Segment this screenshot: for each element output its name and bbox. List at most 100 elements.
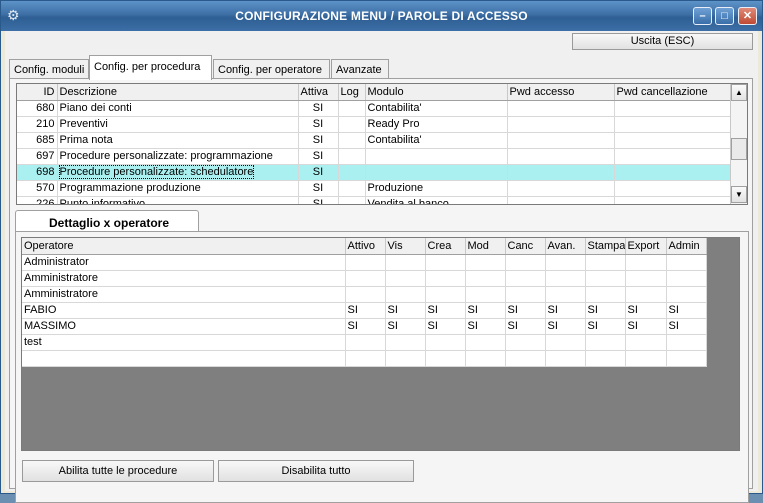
operator-grid[interactable]: Operatore Attivo Vis Crea Mod Canc Avan.… (21, 237, 740, 451)
cell-vis[interactable] (385, 350, 426, 367)
tab-config-moduli[interactable]: Config. moduli (9, 59, 89, 79)
cell-avan[interactable]: SI (545, 302, 586, 319)
cell-canc[interactable] (505, 286, 546, 303)
table-row[interactable]: test (22, 334, 707, 351)
cell-attivo[interactable] (345, 334, 386, 351)
cell-canc[interactable] (505, 254, 546, 271)
cell-stampa[interactable] (585, 334, 626, 351)
table-row[interactable]: Amministratore (22, 286, 707, 303)
cell-id[interactable]: 698 (17, 164, 58, 181)
cell-vis[interactable] (385, 254, 426, 271)
cell-attivo[interactable]: SI (345, 318, 386, 335)
cell-attiva[interactable]: SI (298, 116, 339, 133)
minimize-button[interactable]: – (693, 7, 712, 25)
cell-operatore[interactable] (22, 350, 346, 367)
cell-avan[interactable] (545, 270, 586, 287)
cell-operatore[interactable]: FABIO (22, 302, 346, 319)
cell-pwd-accesso[interactable] (507, 196, 615, 204)
cell-pwd-accesso[interactable] (507, 132, 615, 149)
table-row[interactable]: 697 Procedure personalizzate: programmaz… (17, 148, 732, 165)
cell-descrizione[interactable]: Punto informativo (57, 196, 299, 204)
cell-canc[interactable]: SI (505, 302, 546, 319)
cell-canc[interactable] (505, 334, 546, 351)
cell-stampa[interactable] (585, 270, 626, 287)
cell-export[interactable] (625, 254, 667, 271)
cell-crea[interactable]: SI (425, 318, 466, 335)
cell-pwd-cancellazione[interactable] (614, 196, 732, 204)
cell-operatore[interactable]: test (22, 334, 346, 351)
scroll-down-icon[interactable]: ▼ (731, 186, 747, 203)
cell-modulo[interactable] (365, 164, 508, 181)
cell-log[interactable] (338, 164, 366, 181)
cell-export[interactable] (625, 286, 667, 303)
cell-avan[interactable] (545, 254, 586, 271)
cell-vis[interactable]: SI (385, 318, 426, 335)
cell-mod[interactable] (465, 334, 506, 351)
cell-crea[interactable]: SI (425, 302, 466, 319)
cell-modulo[interactable] (365, 148, 508, 165)
cell-admin[interactable] (666, 254, 707, 271)
cell-export[interactable]: SI (625, 302, 667, 319)
cell-log[interactable] (338, 132, 366, 149)
col-header-log[interactable]: Log (338, 84, 366, 101)
cell-stampa[interactable] (585, 254, 626, 271)
cell-attivo[interactable] (345, 350, 386, 367)
cell-mod[interactable]: SI (465, 302, 506, 319)
cell-id[interactable]: 697 (17, 148, 58, 165)
table-row[interactable]: 680 Piano dei conti SI Contabilita' (17, 100, 732, 117)
cell-log[interactable] (338, 116, 366, 133)
cell-id[interactable]: 570 (17, 180, 58, 197)
scroll-thumb[interactable] (731, 138, 747, 160)
cell-canc[interactable]: SI (505, 318, 546, 335)
cell-attivo[interactable] (345, 270, 386, 287)
cell-vis[interactable] (385, 270, 426, 287)
cell-admin[interactable]: SI (666, 302, 707, 319)
cell-admin[interactable] (666, 286, 707, 303)
cell-descrizione[interactable]: Piano dei conti (57, 100, 299, 117)
cell-attiva[interactable]: SI (298, 132, 339, 149)
cell-descrizione[interactable]: Procedure personalizzate: schedulatore (57, 164, 299, 181)
tab-config-per-procedura[interactable]: Config. per procedura (89, 55, 212, 80)
cell-crea[interactable] (425, 350, 466, 367)
cell-crea[interactable] (425, 334, 466, 351)
cell-pwd-cancellazione[interactable] (614, 148, 732, 165)
col-header-pwd-accesso[interactable]: Pwd accesso (507, 84, 615, 101)
cell-export[interactable] (625, 334, 667, 351)
cell-attivo[interactable] (345, 286, 386, 303)
cell-export[interactable] (625, 270, 667, 287)
cell-attiva[interactable]: SI (298, 100, 339, 117)
cell-admin[interactable] (666, 270, 707, 287)
col-header-admin[interactable]: Admin (666, 238, 707, 255)
col-header-descrizione[interactable]: Descrizione (57, 84, 299, 101)
cell-modulo[interactable]: Produzione (365, 180, 508, 197)
cell-log[interactable] (338, 196, 366, 204)
cell-modulo[interactable]: Contabilita' (365, 132, 508, 149)
cell-crea[interactable] (425, 286, 466, 303)
cell-pwd-cancellazione[interactable] (614, 100, 732, 117)
cell-id[interactable]: 210 (17, 116, 58, 133)
cell-pwd-accesso[interactable] (507, 164, 615, 181)
cell-admin[interactable] (666, 334, 707, 351)
cell-vis[interactable] (385, 334, 426, 351)
cell-operatore[interactable]: Administrator (22, 254, 346, 271)
col-header-crea[interactable]: Crea (425, 238, 466, 255)
col-header-stampa[interactable]: Stampa (585, 238, 626, 255)
cell-descrizione[interactable]: Procedure personalizzate: programmazione (57, 148, 299, 165)
procedures-grid[interactable]: ID Descrizione Attiva Log Modulo Pwd acc… (16, 83, 748, 205)
table-row-selected[interactable]: 698 Procedure personalizzate: schedulato… (17, 164, 732, 181)
col-header-canc[interactable]: Canc (505, 238, 546, 255)
cell-stampa[interactable] (585, 350, 626, 367)
col-header-attivo[interactable]: Attivo (345, 238, 386, 255)
cell-id[interactable]: 685 (17, 132, 58, 149)
cell-pwd-cancellazione[interactable] (614, 164, 732, 181)
cell-crea[interactable] (425, 270, 466, 287)
tab-dettaglio-operatore[interactable]: Dettaglio x operatore (15, 210, 199, 232)
table-row[interactable]: MASSIMO SI SI SI SI SI SI SI SI SI (22, 318, 707, 335)
cell-admin[interactable]: SI (666, 318, 707, 335)
cell-descrizione[interactable]: Prima nota (57, 132, 299, 149)
table-row[interactable]: 226 Punto informativo SI Vendita al banc… (17, 196, 732, 204)
cell-mod[interactable] (465, 350, 506, 367)
cell-descrizione[interactable]: Programmazione produzione (57, 180, 299, 197)
col-header-vis[interactable]: Vis (385, 238, 426, 255)
cell-avan[interactable]: SI (545, 318, 586, 335)
